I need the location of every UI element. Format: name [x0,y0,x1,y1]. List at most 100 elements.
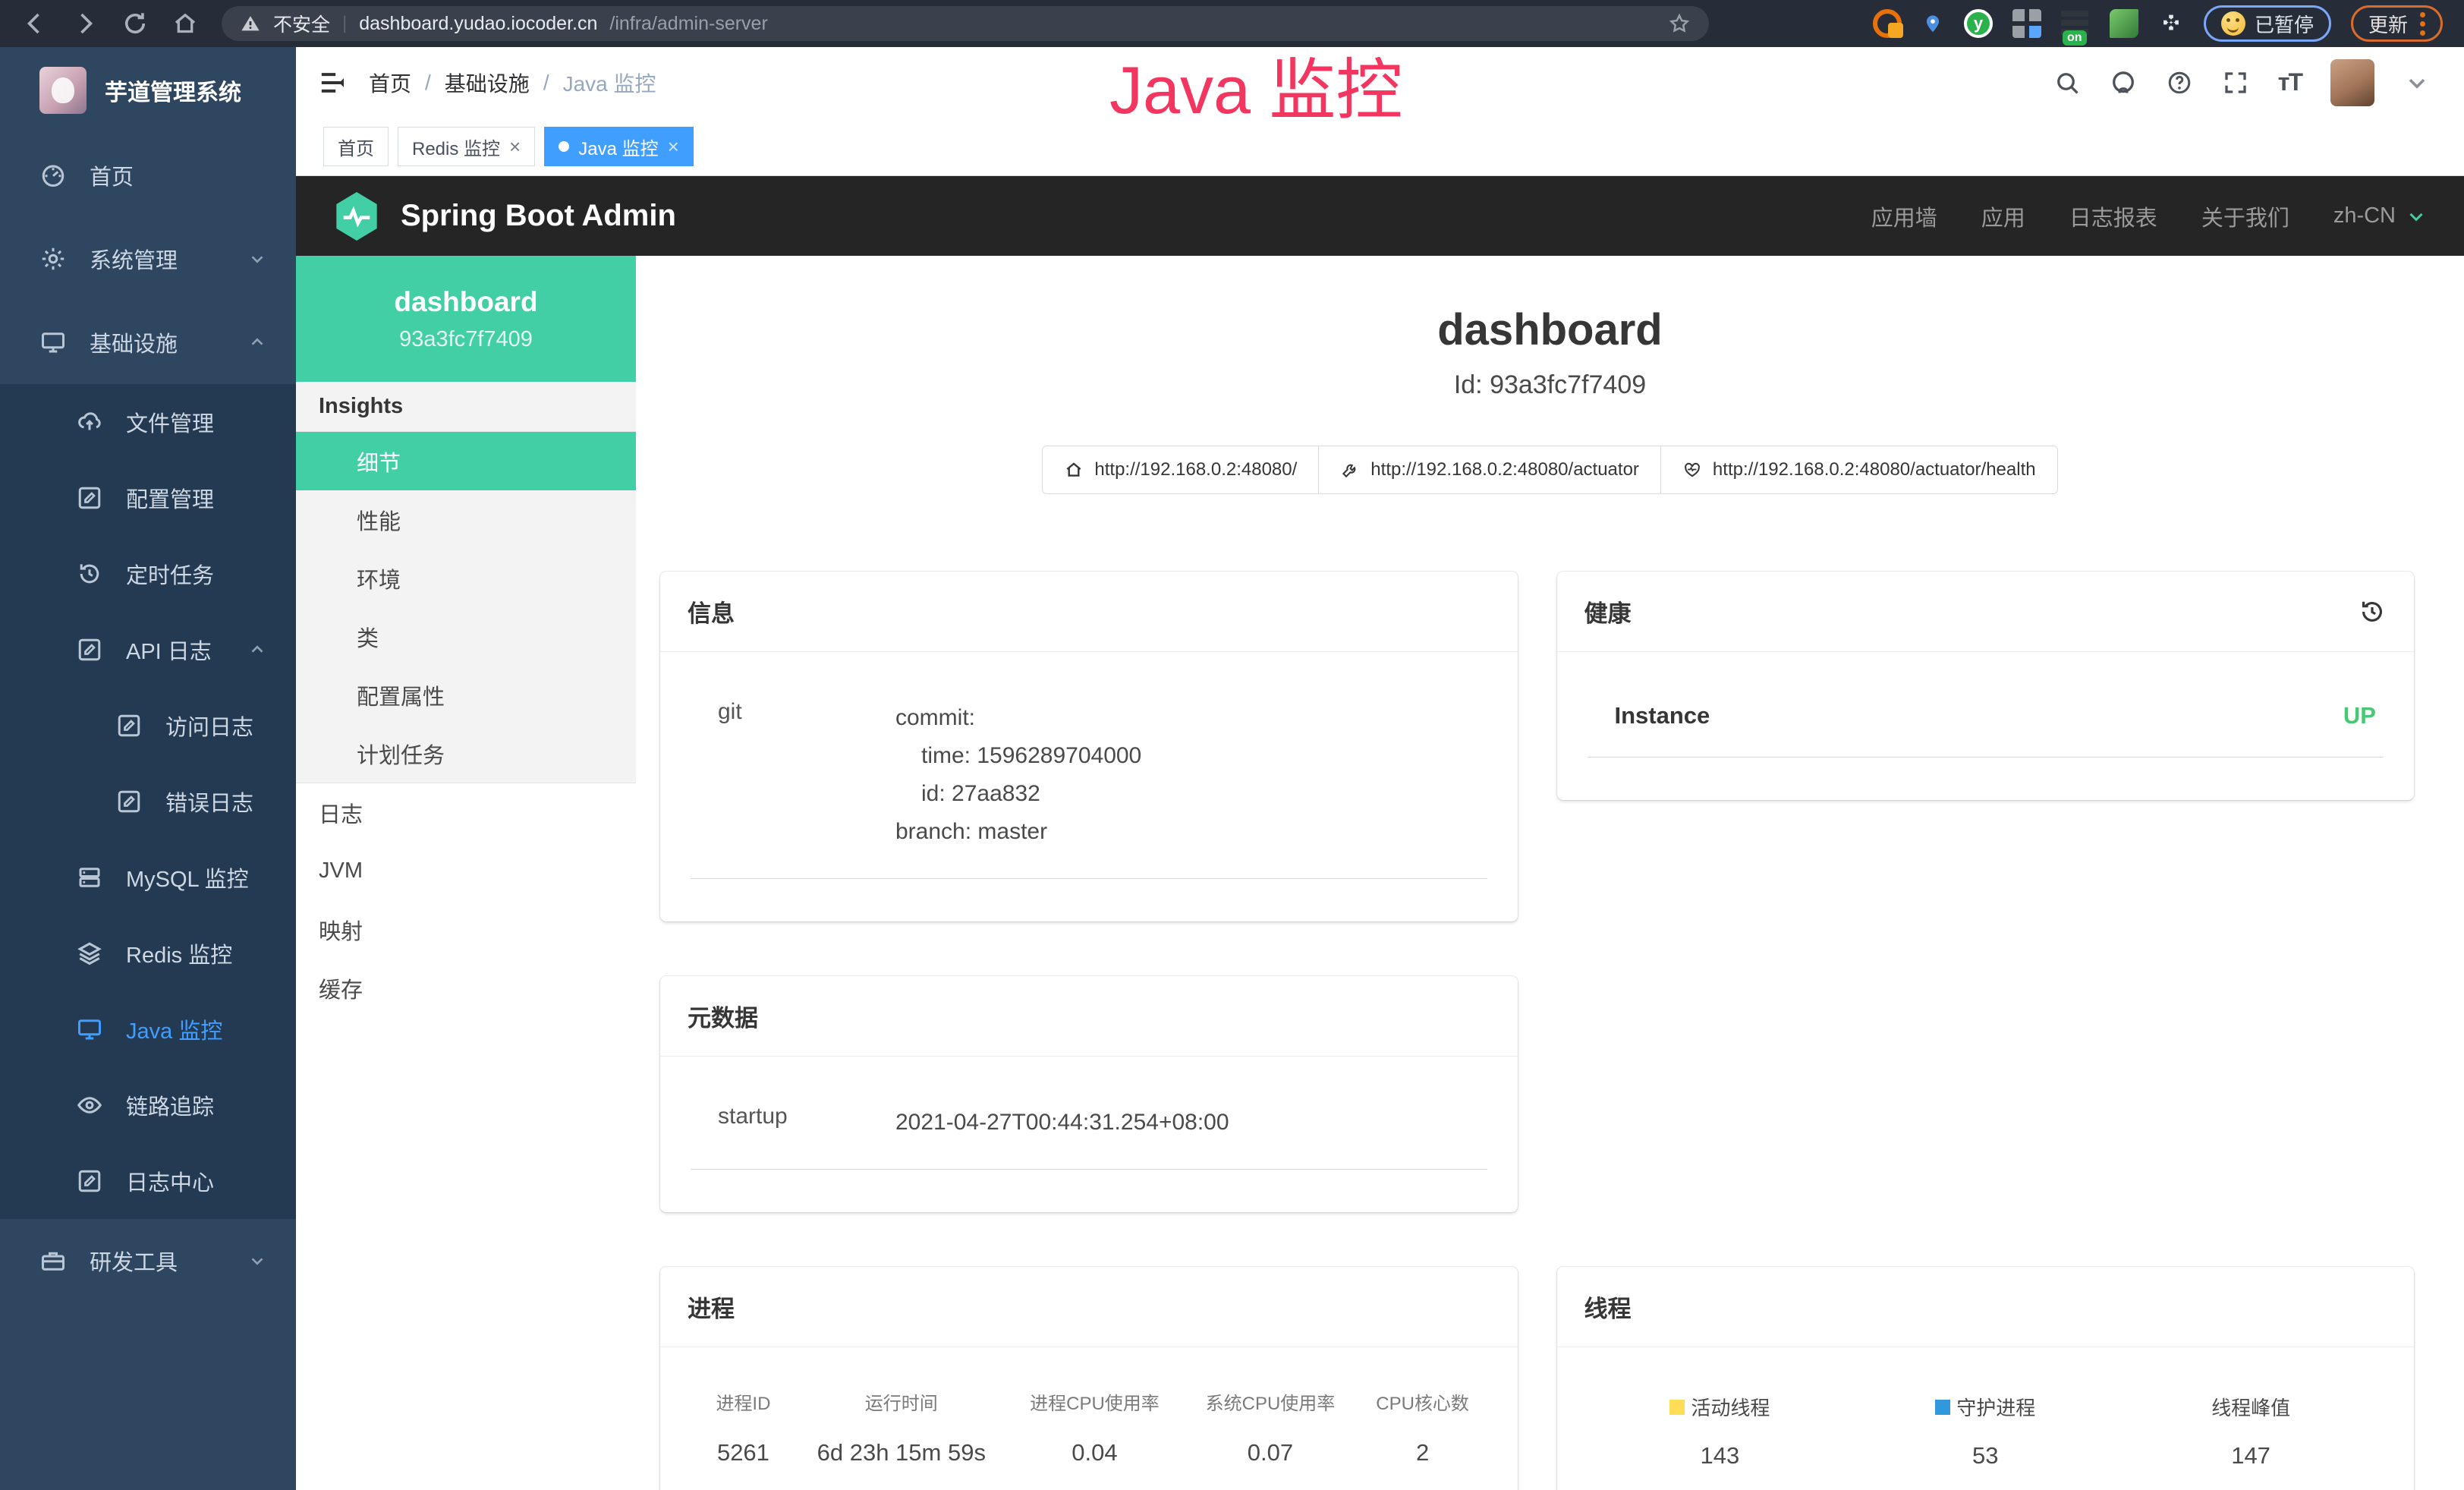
help-icon[interactable] [2166,69,2193,96]
paused-emoji-icon [2221,11,2245,36]
process-col-pid: 进程ID [691,1388,796,1415]
extension-pin-icon[interactable] [1921,9,1944,38]
sba-instance-name: dashboard [394,286,537,318]
sidebar-item-system-mgmt[interactable]: 系统管理 [0,217,296,301]
chevron-up-icon [247,332,267,352]
infrastructure-icon [39,329,67,356]
hamburger-icon[interactable] [317,68,348,98]
tab-home[interactable]: 首页 [323,127,389,166]
health-history-icon[interactable] [2358,597,2387,626]
metadata-key: startup [691,1104,895,1142]
cloud-upload-icon [76,408,103,436]
avatar[interactable] [2330,59,2374,106]
browser-reload-icon[interactable] [121,10,149,37]
sba-nav-applications[interactable]: 应用 [1981,200,2025,232]
extension-y-icon[interactable]: y [1964,9,1993,38]
process-pid-value: 5261 [691,1439,796,1466]
info-key: git [691,699,895,851]
sba-item-environment[interactable]: 环境 [296,549,636,607]
live-threads-value: 143 [1588,1442,1853,1470]
sba-instance-id: 93a3fc7f7409 [399,327,533,352]
cards-grid: 信息 git commit: time: 1596289704000 id: 2… [636,572,2464,1490]
browser-home-icon[interactable] [172,10,199,37]
health-url-button[interactable]: http://192.168.0.2:48080/actuator/health [1660,446,2058,494]
address-bar[interactable]: 不安全 | dashboard.yudao.iocoder.cn/infra/a… [222,6,1709,41]
app-logo[interactable]: 芋道管理系统 [0,47,296,134]
spring-boot-admin-logo-icon [332,190,381,243]
gear-icon [39,245,67,272]
sba-nav-wallboard[interactable]: 应用墙 [1871,200,1937,232]
java-monitor-icon [76,1016,103,1043]
tab-java-monitor[interactable]: Java 监控 × [544,127,694,166]
sba-locale-select[interactable]: zh-CN [2333,203,2428,228]
health-instance-row[interactable]: Instance UP [1588,679,2384,758]
sba-item-jvm[interactable]: JVM [296,842,636,900]
process-col-cores: CPU核心数 [1358,1388,1487,1415]
breadcrumb-home[interactable]: 首页 [369,68,411,98]
browser-forward-icon[interactable] [71,10,99,37]
extension-leaf-icon[interactable] [2110,9,2138,38]
avatar-caret-icon[interactable] [2403,69,2431,96]
extension-grid-icon[interactable] [2012,9,2041,38]
close-icon[interactable]: × [509,137,521,156]
sidebar-item-access-logs[interactable]: 访问日志 [0,688,296,764]
sba-instance-header[interactable]: dashboard 93a3fc7f7409 [296,256,636,382]
live-threads-label: 活动线程 [1691,1393,1770,1421]
service-url-button[interactable]: http://192.168.0.2:48080/ [1042,446,1319,494]
sba-item-performance[interactable]: 性能 [296,490,636,549]
extension-colab-icon[interactable] [1873,9,1902,38]
sba-item-scheduled-tasks[interactable]: 计划任务 [296,724,636,783]
process-col-proc-cpu: 进程CPU使用率 [1007,1388,1183,1415]
process-uptime-value: 6d 23h 15m 59s [796,1439,1007,1466]
extension-list-icon[interactable]: on [2061,9,2090,38]
sidebar-item-home[interactable]: 首页 [0,134,296,217]
sba-item-logs[interactable]: 日志 [296,783,636,842]
threads-legend: 活动线程 守护进程 线程峰值 143 53 147 [1588,1375,2384,1470]
sidebar-item-log-center[interactable]: 日志中心 [0,1143,296,1219]
daemon-threads-value: 53 [1852,1442,2118,1470]
sba-item-config-props[interactable]: 配置属性 [296,666,636,724]
sidebar-item-api-logs[interactable]: API 日志 [0,612,296,688]
not-secure-label: 不安全 [273,10,330,37]
breadcrumb-infra[interactable]: 基础设施 [445,68,530,98]
sidebar-item-mysql-monitor[interactable]: MySQL 监控 [0,840,296,915]
sidebar-item-cron-jobs[interactable]: 定时任务 [0,536,296,612]
sba-item-mappings[interactable]: 映射 [296,900,636,959]
sidebar-item-dev-tools[interactable]: 研发工具 [0,1219,296,1303]
git-commit-line: commit: [895,699,1487,737]
app-sidebar: 芋道管理系统 首页 系统管理 基础设施 文件管理 配置管理 定时任务 API 日… [0,47,296,1490]
sidebar-item-error-logs[interactable]: 错误日志 [0,764,296,840]
bookmark-star-icon[interactable] [1668,12,1691,35]
sidebar-item-config-mgmt[interactable]: 配置管理 [0,460,296,536]
sidebar-item-trace[interactable]: 链路追踪 [0,1067,296,1143]
browser-menu-icon[interactable] [2420,12,2425,36]
sba-nav-journal[interactable]: 日志报表 [2069,200,2157,232]
dashboard-icon [39,162,67,189]
sba-item-caches[interactable]: 缓存 [296,959,636,1017]
app-title: 芋道管理系统 [105,74,241,107]
sba-nav-about[interactable]: 关于我们 [2201,200,2289,232]
fullscreen-icon[interactable] [2222,69,2249,96]
extensions-puzzle-icon[interactable] [2158,11,2184,36]
github-icon[interactable] [2110,69,2137,96]
search-icon[interactable] [2053,69,2081,96]
chevron-down-icon [2405,205,2428,228]
sba-brand[interactable]: Spring Boot Admin [401,199,676,233]
sidebar-item-infrastructure[interactable]: 基础设施 [0,301,296,384]
font-size-icon[interactable]: тT [2278,68,2302,96]
sba-item-details[interactable]: 细节 [296,432,636,490]
update-button[interactable]: 更新 [2351,5,2443,42]
actuator-url-button[interactable]: http://192.168.0.2:48080/actuator [1318,446,1661,494]
close-icon[interactable]: × [668,137,679,156]
browser-back-icon[interactable] [21,10,49,37]
heartbeat-icon [1682,460,1702,480]
process-table: 进程ID 运行时间 进程CPU使用率 系统CPU使用率 CPU核心数 5261 … [691,1375,1487,1466]
sidebar-item-redis-monitor[interactable]: Redis 监控 [0,915,296,991]
paused-badge[interactable]: 已暂停 [2204,5,2331,42]
sba-item-classes[interactable]: 类 [296,607,636,666]
tab-redis-monitor[interactable]: Redis 监控 × [398,127,535,166]
url-path: /infra/admin-server [609,13,767,35]
sidebar-item-java-monitor[interactable]: Java 监控 [0,991,296,1067]
sidebar-item-file-mgmt[interactable]: 文件管理 [0,384,296,460]
sba-section-insights: Insights [296,382,636,432]
